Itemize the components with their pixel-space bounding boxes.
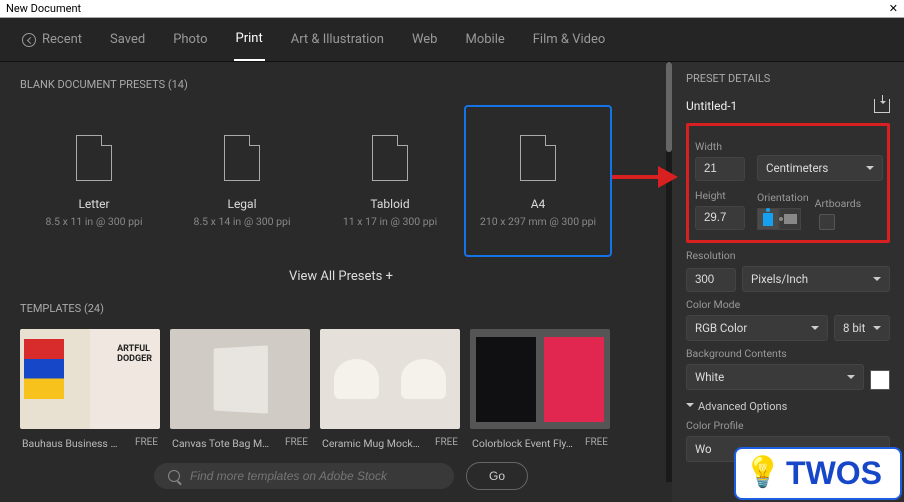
preset-details-panel: PRESET DETAILS Untitled-1 Width Centimet…: [672, 62, 904, 502]
chevron-down-icon: [686, 403, 694, 411]
preset-dim: 8.5 x 11 in @ 300 ppi: [45, 215, 142, 228]
watermark-overlay: TWOS: [734, 447, 902, 500]
template-info: Canvas Tote Bag Mo…FREE: [170, 433, 310, 454]
template-card[interactable]: [170, 329, 310, 429]
tab-print[interactable]: Print: [234, 18, 265, 61]
category-tabs: Recent Saved Photo Print Art & Illustrat…: [0, 18, 904, 62]
advanced-options-toggle[interactable]: Advanced Options: [686, 400, 890, 413]
tab-label: Photo: [173, 32, 207, 47]
orientation-portrait-button[interactable]: [757, 208, 779, 230]
bg-contents-label: Background Contents: [686, 347, 890, 360]
color-profile-label: Color Profile: [686, 419, 890, 432]
dimensions-highlight: Width Centimeters Height Orient: [686, 123, 890, 243]
height-label: Height: [695, 189, 751, 202]
tab-mobile[interactable]: Mobile: [463, 19, 506, 60]
height-input[interactable]: [695, 206, 745, 230]
chevron-down-icon: [873, 277, 881, 285]
orientation-landscape-button[interactable]: [779, 208, 801, 230]
tab-label: Saved: [110, 32, 145, 47]
resolution-input[interactable]: [686, 268, 736, 292]
tab-saved[interactable]: Saved: [108, 19, 147, 60]
go-button[interactable]: Go: [466, 462, 528, 490]
artboards-label: Artboards: [815, 197, 862, 210]
template-info: Bauhaus Business Ca…FREE: [20, 433, 160, 454]
tab-label: Mobile: [465, 32, 504, 47]
tab-art-illustration[interactable]: Art & Illustration: [289, 19, 386, 60]
document-name[interactable]: Untitled-1: [686, 99, 737, 113]
preset-dim: 8.5 x 14 in @ 300 ppi: [193, 215, 290, 228]
stock-search-box[interactable]: [154, 463, 454, 489]
tab-label: Web: [412, 32, 438, 47]
tab-photo[interactable]: Photo: [171, 19, 209, 60]
preset-dim: 11 x 17 in @ 300 ppi: [343, 215, 437, 228]
page-icon: [76, 135, 112, 181]
window-title: New Document: [6, 2, 81, 15]
artboards-checkbox[interactable]: [819, 214, 835, 230]
page-icon: [372, 135, 408, 181]
tab-label: Film & Video: [533, 32, 606, 47]
tab-label: Print: [236, 31, 263, 46]
orientation-label: Orientation: [757, 191, 809, 204]
width-label: Width: [695, 140, 751, 153]
template-card[interactable]: [470, 329, 610, 429]
bg-contents-dropdown[interactable]: White: [686, 364, 864, 390]
chevron-down-icon: [847, 375, 855, 383]
units-dropdown[interactable]: Centimeters: [757, 155, 883, 181]
tab-label: Recent: [42, 32, 82, 47]
chevron-down-icon: [866, 166, 874, 174]
tab-film-video[interactable]: Film & Video: [531, 19, 608, 60]
tab-recent[interactable]: Recent: [20, 19, 84, 60]
preset-a4[interactable]: A4 210 x 297 mm @ 300 ppi: [464, 105, 612, 257]
chevron-down-icon: [873, 326, 881, 334]
preset-tabloid[interactable]: Tabloid 11 x 17 in @ 300 ppi: [316, 105, 464, 257]
template-card[interactable]: [20, 329, 160, 429]
presets-heading: BLANK DOCUMENT PRESETS (14): [20, 78, 662, 91]
tab-web[interactable]: Web: [410, 19, 440, 60]
presets-panel: BLANK DOCUMENT PRESETS (14) Letter 8.5 x…: [0, 62, 672, 502]
preset-name: Tabloid: [370, 197, 409, 211]
chevron-down-icon: [811, 326, 819, 334]
preset-grid: Letter 8.5 x 11 in @ 300 ppi Legal 8.5 x…: [20, 105, 662, 257]
preset-name: Legal: [227, 197, 256, 211]
bit-depth-dropdown[interactable]: 8 bit: [834, 315, 890, 341]
resolution-units-dropdown[interactable]: Pixels/Inch: [742, 266, 890, 292]
width-input[interactable]: [695, 157, 745, 181]
color-mode-label: Color Mode: [686, 298, 890, 311]
titlebar: New Document ✕: [0, 0, 904, 18]
template-info: Ceramic Mug Mockup…FREE: [320, 433, 460, 454]
preset-name: A4: [531, 197, 546, 211]
units-value: Centimeters: [766, 161, 828, 175]
preset-legal[interactable]: Legal 8.5 x 14 in @ 300 ppi: [168, 105, 316, 257]
close-icon[interactable]: ✕: [889, 2, 898, 15]
clock-icon: [22, 33, 36, 47]
resolution-label: Resolution: [686, 249, 890, 262]
color-mode-dropdown[interactable]: RGB Color: [686, 315, 828, 341]
template-info: Colorblock Event Fly…FREE: [470, 433, 610, 454]
watermark-text: TWOS: [786, 455, 882, 491]
preset-dim: 210 x 297 mm @ 300 ppi: [480, 215, 596, 228]
page-icon: [520, 135, 556, 181]
search-icon: [168, 470, 180, 482]
preset-letter[interactable]: Letter 8.5 x 11 in @ 300 ppi: [20, 105, 168, 257]
save-preset-icon[interactable]: [874, 99, 890, 113]
stock-search-input[interactable]: [190, 469, 440, 483]
bg-color-swatch[interactable]: [870, 370, 890, 390]
preset-name: Letter: [78, 197, 109, 211]
tab-label: Art & Illustration: [291, 32, 384, 47]
page-icon: [224, 135, 260, 181]
template-card[interactable]: [320, 329, 460, 429]
details-heading: PRESET DETAILS: [686, 72, 890, 85]
view-all-presets-button[interactable]: View All Presets +: [20, 269, 662, 284]
templates-heading: TEMPLATES (24): [20, 302, 662, 315]
